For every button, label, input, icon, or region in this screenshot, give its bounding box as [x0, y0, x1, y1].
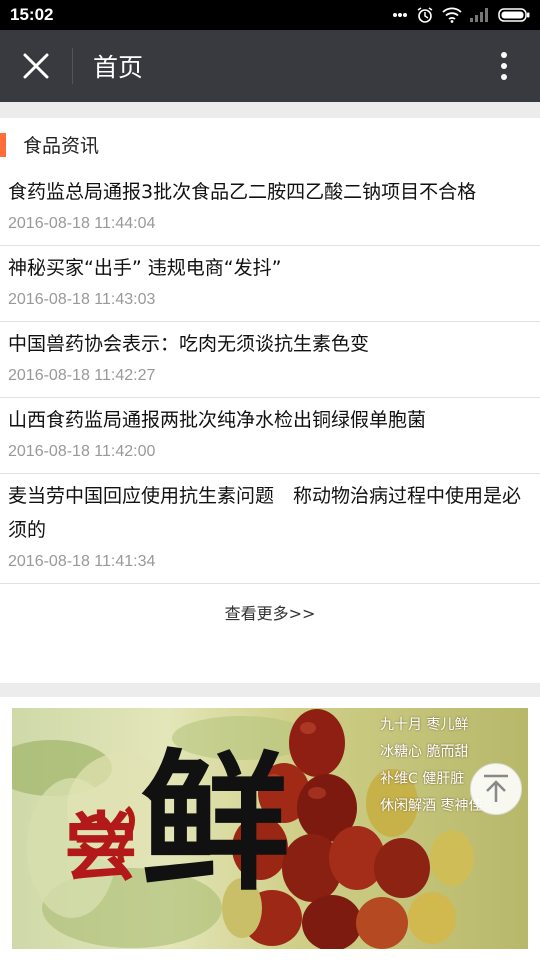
news-item[interactable]: 中国兽药协会表示：吃肉无须谈抗生素色变 2016-08-18 11:42:27	[0, 322, 540, 398]
banner-line: 冰糖心 脆而甜	[380, 744, 469, 760]
banner-title-char1: 尝	[64, 805, 138, 891]
status-bar: 15:02	[0, 0, 540, 30]
news-time: 2016-08-18 11:43:03	[8, 291, 156, 308]
news-time: 2016-08-18 11:42:27	[8, 367, 156, 384]
alarm-icon	[417, 7, 433, 23]
news-time: 2016-08-18 11:42:00	[8, 443, 156, 460]
close-icon	[23, 53, 49, 79]
wifi-icon	[442, 7, 462, 23]
news-item[interactable]: 山西食药监局通报两批次纯净水检出铜绿假单胞菌 2016-08-18 11:42:…	[0, 398, 540, 474]
app-bar: 首页	[0, 30, 540, 102]
section-title: 食品资讯	[23, 134, 100, 157]
arrow-up-to-top-icon	[484, 774, 508, 802]
banner-line: 休闲解酒 枣神佳	[380, 798, 483, 814]
news-item[interactable]: 食药监总局通报3批次食品乙二胺四乙酸二钠项目不合格 2016-08-18 11:…	[0, 170, 540, 246]
view-more-link[interactable]: 查看更多>>	[0, 584, 540, 640]
more-options-button[interactable]	[468, 30, 540, 102]
news-item[interactable]: 麦当劳中国回应使用抗生素问题 称动物治病过程中使用是必须的 2016-08-18…	[0, 474, 540, 584]
news-title: 神秘买家“出手” 违规电商“发抖”	[8, 257, 282, 279]
news-time: 2016-08-18 11:41:34	[8, 553, 156, 570]
news-item[interactable]: 神秘买家“出手” 违规电商“发抖” 2016-08-18 11:43:03	[0, 246, 540, 322]
banner-image[interactable]: 尝 鲜 九十月 枣儿鲜 冰糖心 脆而甜 补维C 健肝脏 休闲解酒 枣神佳	[12, 708, 528, 949]
news-panel: 食品资讯 食药监总局通报3批次食品乙二胺四乙酸二钠项目不合格 2016-08-1…	[0, 118, 540, 683]
banner-panel: 尝 鲜 九十月 枣儿鲜 冰糖心 脆而甜 补维C 健肝脏 休闲解酒 枣神佳	[0, 697, 540, 960]
news-title: 中国兽药协会表示：吃肉无须谈抗生素色变	[8, 333, 370, 355]
banner-copy: 九十月 枣儿鲜 冰糖心 脆而甜 补维C 健肝脏 休闲解酒 枣神佳	[380, 712, 482, 820]
more-dots-icon	[393, 13, 407, 17]
section-header: 食品资讯	[0, 118, 540, 170]
section-accent-bar	[0, 133, 6, 157]
more-vertical-icon	[501, 52, 507, 80]
banner-line: 九十月 枣儿鲜	[380, 717, 469, 733]
page-title: 首页	[93, 53, 144, 82]
scroll-to-top-button[interactable]	[470, 763, 522, 815]
banner-line: 补维C 健肝脏	[380, 771, 465, 787]
news-title: 食药监总局通报3批次食品乙二胺四乙酸二钠项目不合格	[8, 181, 477, 203]
battery-icon	[498, 8, 530, 22]
close-button[interactable]	[0, 30, 72, 102]
banner-title-char2: 鲜	[140, 735, 291, 911]
appbar-divider	[72, 48, 73, 84]
status-time: 15:02	[10, 5, 54, 24]
news-time: 2016-08-18 11:44:04	[8, 215, 156, 232]
news-title: 山西食药监局通报两批次纯净水检出铜绿假单胞菌	[8, 409, 427, 431]
news-title: 麦当劳中国回应使用抗生素问题 称动物治病过程中使用是必须的	[8, 485, 522, 541]
status-icons	[392, 6, 530, 24]
signal-icon	[470, 8, 488, 22]
